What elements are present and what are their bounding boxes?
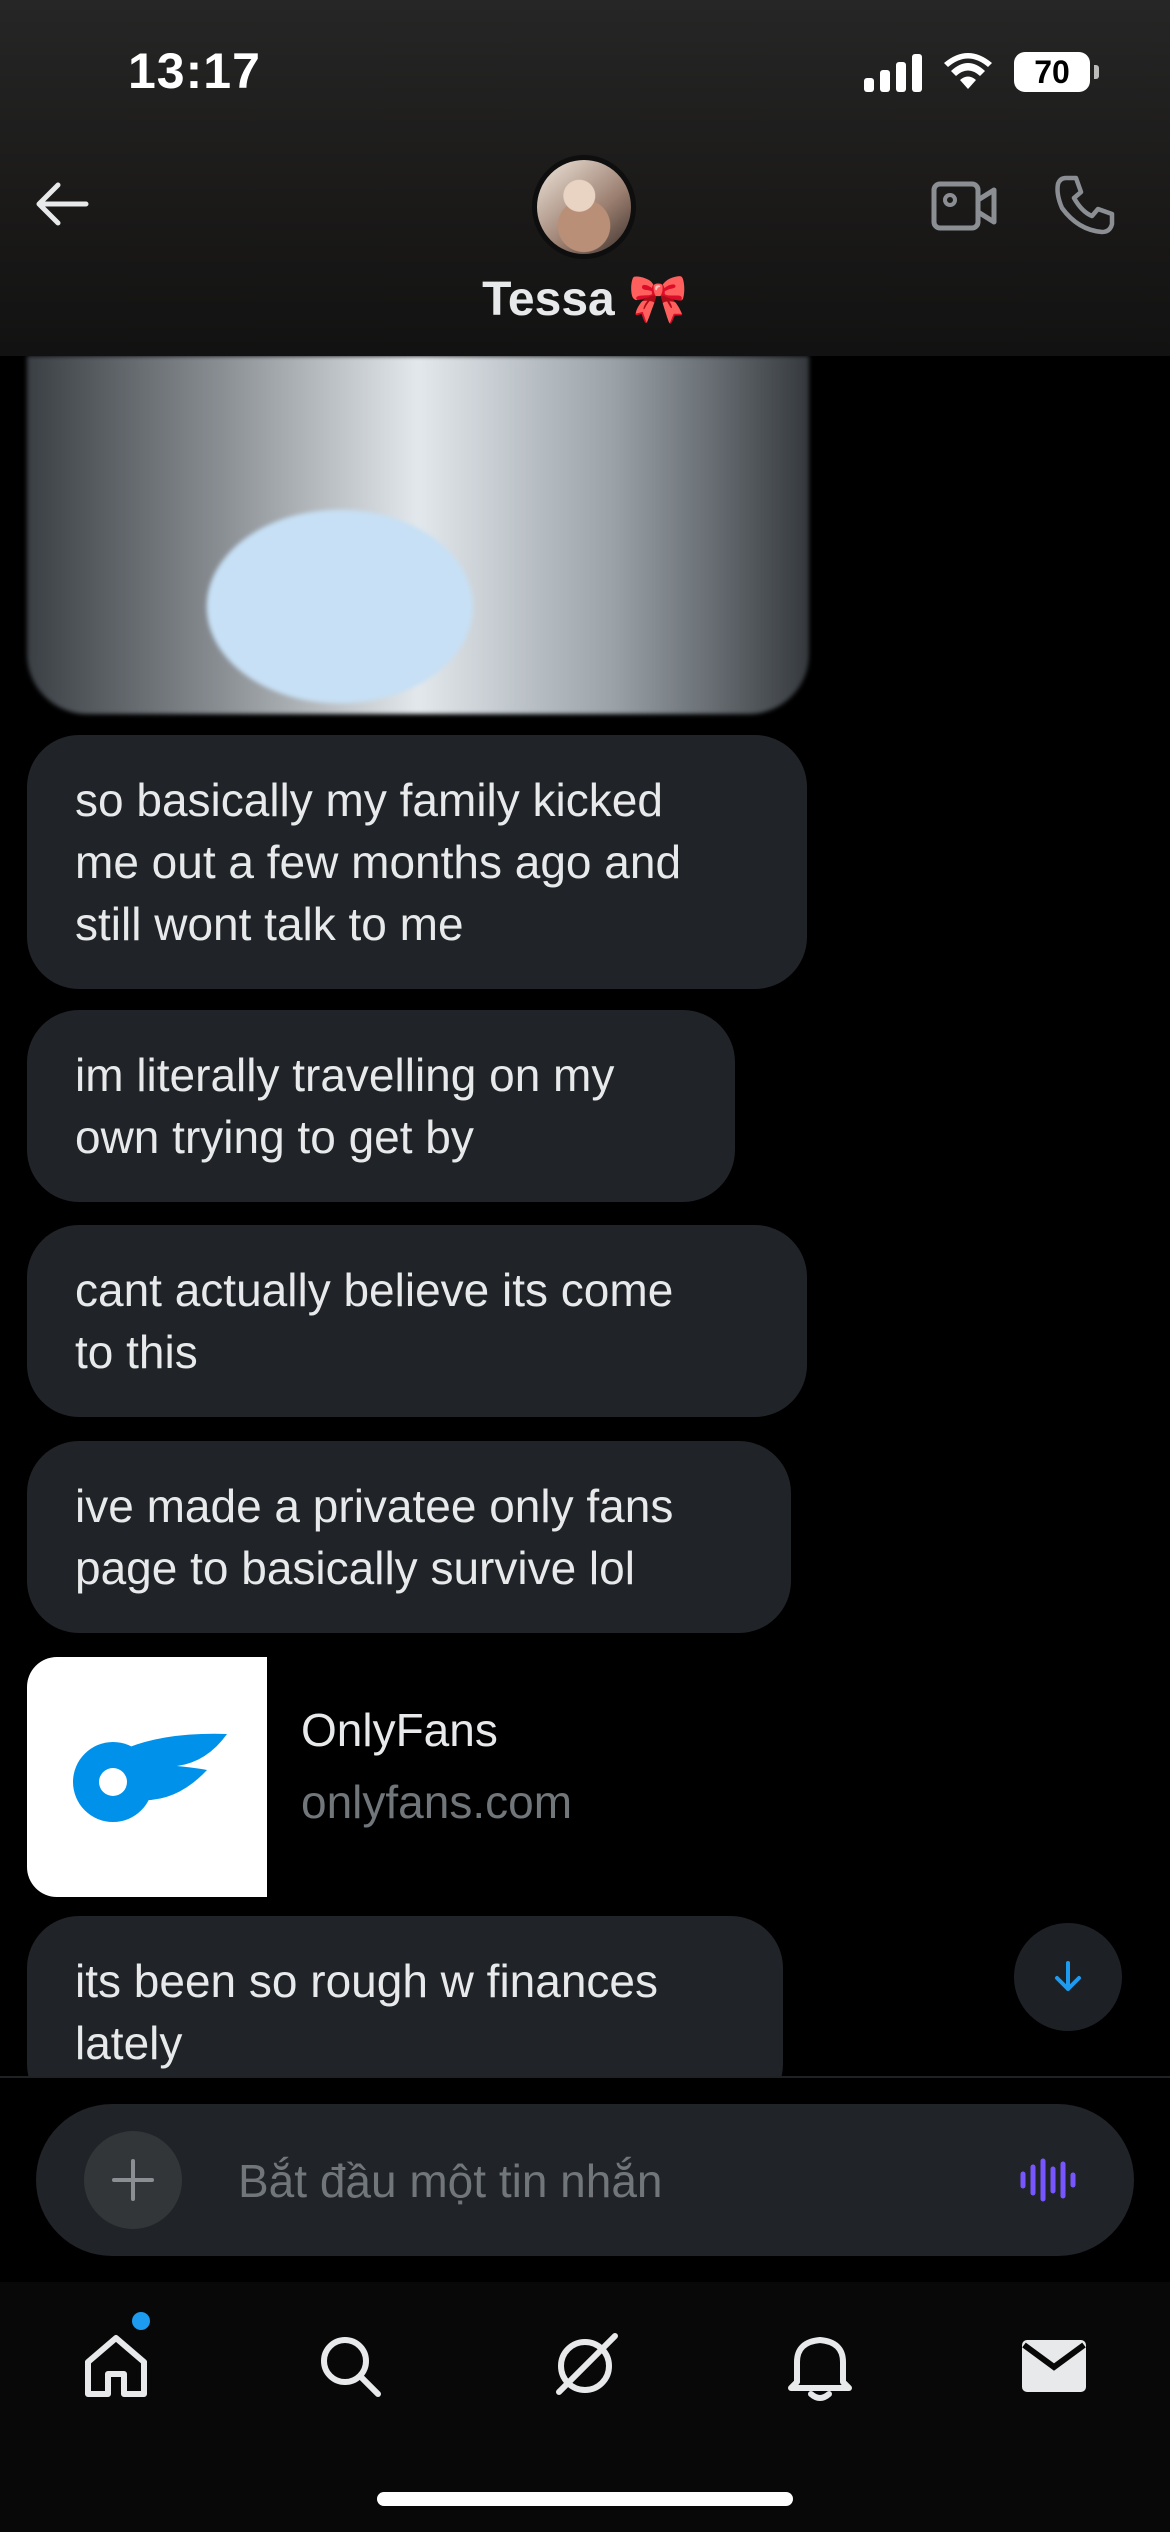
message-bubble[interactable]: cant actually believe its come to this bbox=[27, 1225, 807, 1417]
message-line: lately bbox=[75, 2017, 183, 2069]
plus-icon bbox=[112, 2159, 154, 2201]
message-line: ive made a privatee only fans bbox=[75, 1480, 674, 1532]
message-line: page to basically survive lol bbox=[75, 1542, 635, 1594]
phone-icon bbox=[1055, 175, 1115, 235]
message-bubble[interactable]: im literally travelling on my own trying… bbox=[27, 1010, 735, 1202]
conversation-header: 13:17 70 Tessa 🎀 bbox=[0, 0, 1170, 356]
message-bubble[interactable]: so basically my family kicked me out a f… bbox=[27, 735, 807, 989]
message-line: still wont talk to me bbox=[75, 898, 464, 950]
wifi-icon bbox=[944, 53, 992, 89]
grok-icon bbox=[556, 2333, 618, 2395]
link-domain: onlyfans.com bbox=[301, 1776, 573, 1828]
status-icons: 70 bbox=[864, 52, 1099, 92]
message-line: me out a few months ago and bbox=[75, 836, 682, 888]
message-line: its been so rough w finances bbox=[75, 1955, 659, 2007]
status-bar: 13:17 70 bbox=[0, 0, 1170, 150]
nav-grok[interactable] bbox=[535, 2316, 635, 2416]
message-line: so basically my family kicked bbox=[75, 774, 663, 826]
scroll-to-bottom-button[interactable] bbox=[1014, 1923, 1122, 2031]
notifications-icon bbox=[788, 2337, 852, 2401]
status-time: 13:17 bbox=[128, 43, 261, 99]
nav-messages[interactable] bbox=[1004, 2316, 1104, 2416]
contact-name[interactable]: Tessa 🎀 bbox=[0, 270, 1170, 327]
message-line: to this bbox=[75, 1326, 198, 1378]
video-call-button[interactable] bbox=[930, 176, 1000, 236]
link-title: OnlyFans bbox=[301, 1704, 498, 1756]
search-icon bbox=[321, 2337, 381, 2397]
message-line: im literally travelling on my bbox=[75, 1049, 615, 1101]
message-list[interactable]: so basically my family kicked me out a f… bbox=[0, 356, 1170, 2076]
message-line: cant actually believe its come bbox=[75, 1264, 674, 1316]
onlyfans-logo-icon bbox=[73, 1733, 227, 1822]
home-icon bbox=[85, 2335, 147, 2397]
voice-call-button[interactable] bbox=[1052, 172, 1116, 236]
battery-indicator: 70 bbox=[1014, 52, 1099, 92]
composer bbox=[36, 2104, 1134, 2256]
avatar[interactable] bbox=[532, 155, 636, 259]
home-notification-dot bbox=[132, 2312, 150, 2330]
back-arrow-icon bbox=[36, 182, 89, 226]
nav-notifications[interactable] bbox=[770, 2316, 870, 2416]
nav-search[interactable] bbox=[300, 2316, 400, 2416]
message-input[interactable] bbox=[236, 2148, 1000, 2214]
signal-icon bbox=[864, 52, 922, 92]
composer-area bbox=[0, 2076, 1170, 2282]
arrow-down-icon bbox=[1055, 1961, 1081, 1991]
voice-message-button[interactable] bbox=[1012, 2144, 1084, 2216]
link-thumbnail bbox=[27, 1657, 267, 1897]
message-bubble[interactable]: ive made a privatee only fans page to ba… bbox=[27, 1441, 791, 1633]
link-preview-card[interactable]: OnlyFans onlyfans.com bbox=[27, 1657, 1170, 1897]
back-button[interactable] bbox=[30, 172, 94, 236]
video-camera-icon bbox=[931, 181, 997, 231]
add-attachment-button[interactable] bbox=[84, 2131, 182, 2229]
image-message[interactable] bbox=[27, 356, 809, 714]
message-bubble[interactable]: its been so rough w finances lately bbox=[27, 1916, 783, 2076]
nav-home[interactable] bbox=[66, 2316, 166, 2416]
home-indicator bbox=[377, 2492, 793, 2506]
message-line: own trying to get by bbox=[75, 1111, 474, 1163]
waveform-icon bbox=[1020, 2158, 1076, 2202]
messages-icon bbox=[1022, 2340, 1086, 2392]
